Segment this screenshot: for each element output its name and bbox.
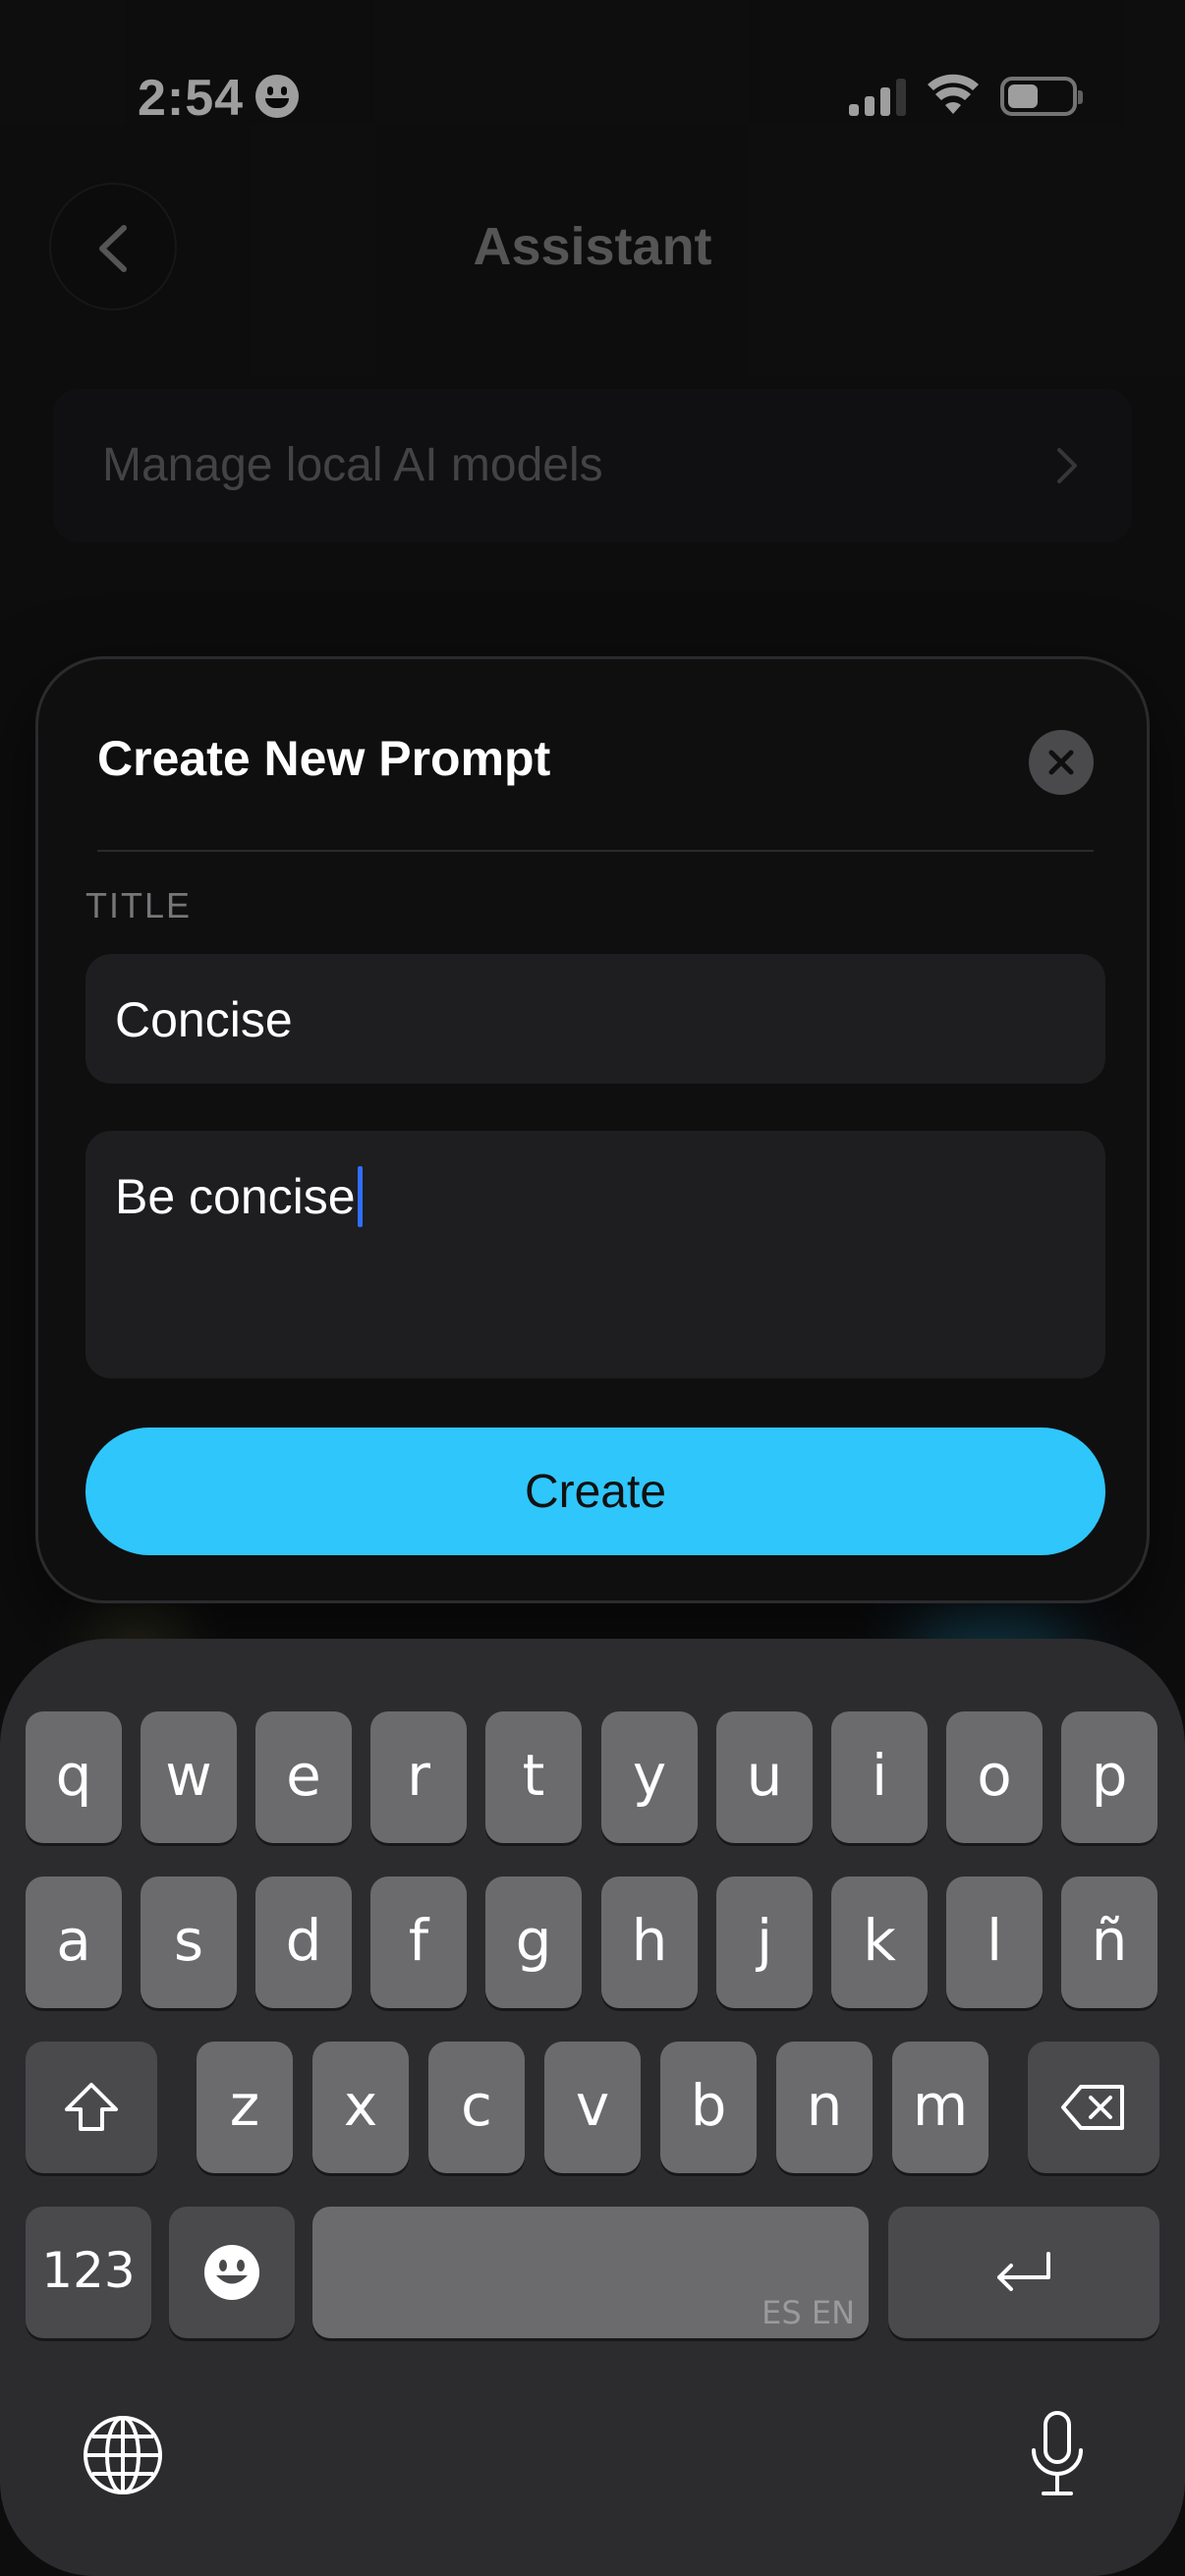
key-letter[interactable]: z (197, 2042, 293, 2173)
return-key[interactable] (888, 2207, 1159, 2338)
key-letter[interactable]: u (716, 1711, 813, 1843)
prompt-textarea[interactable]: Be concise (85, 1131, 1105, 1378)
delete-key[interactable] (1028, 2042, 1159, 2173)
close-icon (1048, 750, 1074, 775)
title-input-value: Concise (115, 992, 293, 1047)
key-letter[interactable]: ñ (1061, 1876, 1157, 2008)
text-caret (357, 1166, 363, 1227)
title-field-label: TITLE (85, 885, 193, 925)
app-screen: 2:54 Assistant Manage local AI models Cr… (0, 0, 1185, 2576)
create-button[interactable]: Create (85, 1428, 1105, 1555)
key-letter[interactable]: e (255, 1711, 352, 1843)
key-letter[interactable]: l (946, 1876, 1043, 2008)
key-letter[interactable]: t (485, 1711, 582, 1843)
space-key[interactable]: ES EN (312, 2207, 869, 2338)
globe-icon[interactable] (81, 2413, 165, 2497)
shift-icon (65, 2083, 118, 2131)
key-letter[interactable]: n (776, 2042, 873, 2173)
close-button[interactable] (1029, 730, 1094, 795)
create-prompt-dialog: Create New Prompt TITLE Concise Be conci… (35, 656, 1150, 1603)
key-letter[interactable]: w (141, 1711, 237, 1843)
key-letter[interactable]: m (892, 2042, 988, 2173)
key-letter[interactable]: y (601, 1711, 698, 1843)
emoji-key[interactable] (169, 2207, 295, 2338)
key-letter[interactable]: v (544, 2042, 641, 2173)
numbers-key[interactable]: 123 (26, 2207, 151, 2338)
key-letter[interactable]: j (716, 1876, 813, 2008)
key-letter[interactable]: a (26, 1876, 122, 2008)
title-input[interactable]: Concise (85, 954, 1105, 1084)
space-language-hint: ES EN (762, 2294, 855, 2331)
key-letter[interactable]: i (831, 1711, 928, 1843)
key-letter[interactable]: g (485, 1876, 582, 2008)
dialog-title: Create New Prompt (97, 731, 551, 786)
microphone-icon[interactable] (1026, 2409, 1089, 2499)
key-letter[interactable]: p (1061, 1711, 1157, 1843)
key-letter[interactable]: k (831, 1876, 928, 2008)
key-letter[interactable]: o (946, 1711, 1043, 1843)
key-letter[interactable]: c (428, 2042, 525, 2173)
shift-key[interactable] (26, 2042, 157, 2173)
backspace-icon (1061, 2085, 1124, 2130)
emoji-icon (204, 2245, 259, 2300)
key-letter[interactable]: b (660, 2042, 757, 2173)
prompt-textarea-value: Be concise (115, 1169, 356, 1224)
key-letter[interactable]: x (312, 2042, 409, 2173)
key-letter[interactable]: h (601, 1876, 698, 2008)
key-letter[interactable]: s (141, 1876, 237, 2008)
return-icon (997, 2252, 1050, 2291)
key-letter[interactable]: q (26, 1711, 122, 1843)
create-button-label: Create (524, 1466, 667, 1518)
prompt-text-wrapper: Be concise (115, 1166, 363, 1227)
keyboard: q w e r t y u i o p a s d f g h j k l ñ … (0, 1639, 1185, 2576)
key-letter[interactable]: f (370, 1876, 467, 2008)
divider (97, 850, 1094, 852)
key-letter[interactable]: d (255, 1876, 352, 2008)
key-letter[interactable]: r (370, 1711, 467, 1843)
